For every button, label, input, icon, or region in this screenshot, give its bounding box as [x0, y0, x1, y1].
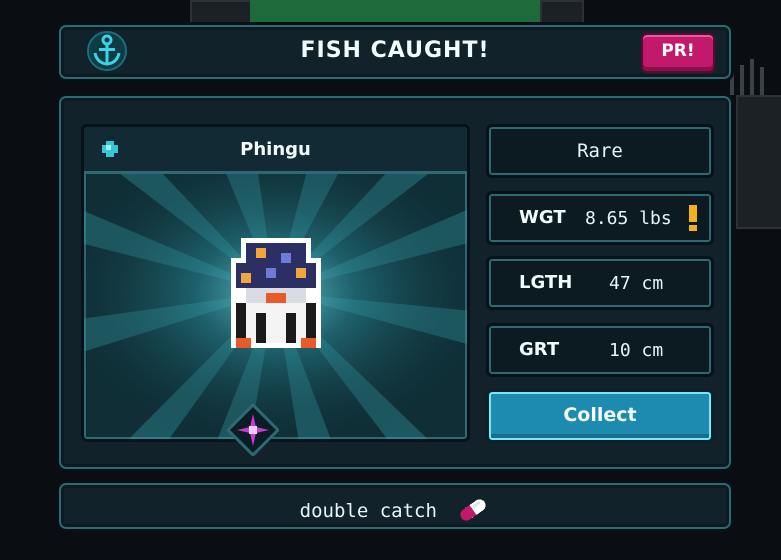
length-value: 47 cm — [609, 273, 664, 294]
star-icon — [227, 404, 279, 456]
rarity-label: Rare — [577, 140, 623, 162]
header-panel: FISH CAUGHT! PR! — [56, 22, 734, 82]
fish-name: Phingu — [240, 139, 311, 160]
pr-badge: PR! — [641, 33, 715, 73]
weight-label: WGT — [519, 207, 566, 228]
footer-panel: double catch — [56, 480, 734, 532]
weight-stat: WGT 8.65 lbs — [486, 191, 714, 245]
bonus-text: double catch — [299, 500, 437, 522]
fish-sprite — [231, 238, 321, 348]
length-label: LGTH — [519, 272, 573, 293]
fish-name-bar: Phingu — [84, 127, 467, 174]
length-stat: LGTH 47 cm — [486, 256, 714, 310]
exclamation-icon — [689, 205, 697, 231]
background-fence — [728, 55, 768, 95]
page-title: FISH CAUGHT! — [300, 38, 490, 63]
background-wall-right — [736, 95, 781, 229]
weight-value: 8.65 lbs — [585, 208, 672, 229]
girth-value: 10 cm — [609, 340, 664, 361]
girth-stat: GRT 10 cm — [486, 323, 714, 377]
bonus-line: double catch — [59, 495, 731, 525]
capsule-icon — [460, 499, 486, 521]
rarity-box: Rare — [486, 124, 714, 178]
background-wall-top — [190, 0, 254, 24]
background-wall-top-right — [540, 0, 584, 24]
fish-display: Phingu — [81, 124, 470, 442]
collect-button[interactable]: Collect — [486, 389, 714, 443]
main-panel: Phingu Rare WGT 8.65 lbs LGTH 47 cm GRT … — [56, 93, 734, 472]
girth-label: GRT — [519, 339, 560, 360]
